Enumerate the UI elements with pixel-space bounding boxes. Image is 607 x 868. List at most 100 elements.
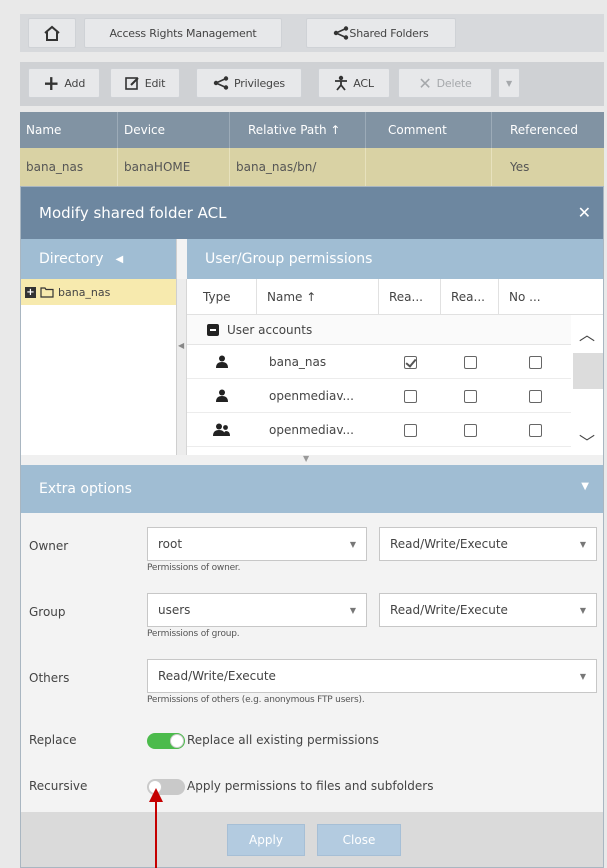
privileges-button[interactable]: Privileges xyxy=(196,68,302,98)
home-button[interactable] xyxy=(28,18,76,48)
acl-dialog: Modify shared folder ACL ✕ Directory ◀ +… xyxy=(20,186,604,868)
column-header[interactable]: No ... xyxy=(499,279,571,315)
dropdown-arrow-icon: ▼ xyxy=(349,540,356,549)
directory-panel: Directory ◀ + bana_nas xyxy=(21,239,177,455)
column-header[interactable]: Rea... xyxy=(379,279,441,315)
tree-item-bana-nas[interactable]: + bana_nas xyxy=(21,279,176,305)
column-header[interactable]: Name xyxy=(20,112,118,148)
close-icon[interactable]: ✕ xyxy=(578,203,591,222)
table-row[interactable]: openmediav... xyxy=(187,413,603,447)
scroll-up-icon[interactable]: ︿ xyxy=(579,321,595,345)
home-icon xyxy=(44,25,60,41)
column-header[interactable]: Referenced xyxy=(492,112,604,148)
user-name: bana_nas xyxy=(269,355,327,369)
more-dropdown[interactable]: ▼ xyxy=(498,68,520,98)
replace-toggle-label: Replace all existing permissions xyxy=(187,733,379,747)
breadcrumb-shared-folders[interactable]: Shared Folders xyxy=(306,18,456,48)
cell-name: bana_nas xyxy=(20,148,118,186)
others-label: Others xyxy=(29,671,70,685)
others-hint: Permissions of others (e.g. anonymous FT… xyxy=(147,695,365,705)
owner-user-select[interactable]: root ▼ xyxy=(147,527,367,561)
read-write-checkbox[interactable] xyxy=(403,355,417,369)
dialog-footer: Apply Close xyxy=(21,812,603,867)
table-row[interactable]: bana_nas banaHOME bana_nas/bn/ Yes xyxy=(20,148,604,186)
cell-referenced: Yes xyxy=(510,160,530,174)
plus-icon: + xyxy=(42,71,60,95)
collapse-arrow-icon[interactable]: ◀ xyxy=(178,341,184,350)
expand-plus-icon[interactable]: + xyxy=(25,286,36,298)
dialog-header: Modify shared folder ACL ✕ xyxy=(21,187,603,239)
no-access-checkbox[interactable] xyxy=(528,389,542,403)
column-header[interactable]: Relative Path ↑ xyxy=(230,112,366,148)
caret-down-icon: ▼ xyxy=(506,78,512,88)
read-only-checkbox[interactable] xyxy=(463,423,477,437)
directory-header[interactable]: Directory ◀ xyxy=(21,239,176,279)
extra-options-header[interactable]: Extra options ▼ xyxy=(21,465,603,513)
no-access-checkbox[interactable] xyxy=(528,355,542,369)
toolbar: + Add Edit Privileges ACL ✕ Delete ▼ xyxy=(20,62,604,106)
permissions-column-headers: Type Name ↑ Rea... Rea... No ... xyxy=(187,279,603,315)
others-permission-select[interactable]: Read/Write/Execute ▼ xyxy=(147,659,597,693)
table-row[interactable]: openmediav... xyxy=(187,379,603,413)
column-header[interactable]: Name ↑ xyxy=(257,279,379,315)
cell-path: bana_nas/bn/ xyxy=(230,148,366,186)
table-row[interactable]: bana_nas xyxy=(187,345,603,379)
cell-device: banaHOME xyxy=(118,148,230,186)
apply-button[interactable]: Apply xyxy=(227,824,305,856)
group-row-user-accounts[interactable]: User accounts xyxy=(187,315,603,345)
column-header[interactable]: Comment xyxy=(366,112,492,148)
add-button[interactable]: + Add xyxy=(28,68,100,98)
group-hint: Permissions of group. xyxy=(147,629,240,639)
owner-label: Owner xyxy=(29,539,69,553)
horizontal-splitter[interactable]: ▼ xyxy=(21,454,603,465)
user-icon xyxy=(216,389,228,402)
collapse-minus-icon[interactable] xyxy=(207,323,219,336)
replace-toggle[interactable] xyxy=(147,733,185,749)
dialog-title: Modify shared folder ACL xyxy=(39,204,227,222)
column-header[interactable]: Device xyxy=(118,112,230,148)
user-icon xyxy=(216,355,228,368)
recursive-label: Recursive xyxy=(29,779,88,793)
dropdown-arrow-icon: ▼ xyxy=(579,540,586,549)
scroll-thumb[interactable] xyxy=(573,353,603,389)
group-permission-select[interactable]: Read/Write/Execute ▼ xyxy=(379,593,597,627)
user-name: openmediav... xyxy=(269,389,354,403)
close-button[interactable]: Close xyxy=(317,824,401,856)
breadcrumb: Access Rights Management Shared Folders xyxy=(20,14,604,52)
owner-permission-select[interactable]: Read/Write/Execute ▼ xyxy=(379,527,597,561)
column-header[interactable]: Rea... xyxy=(441,279,499,315)
read-write-checkbox[interactable] xyxy=(403,423,417,437)
delete-button[interactable]: ✕ Delete xyxy=(398,68,492,98)
group-user-select[interactable]: users ▼ xyxy=(147,593,367,627)
group-label: Group xyxy=(29,605,66,619)
column-header[interactable]: Type xyxy=(187,279,257,315)
folder-icon xyxy=(40,286,54,298)
dropdown-arrow-icon: ▼ xyxy=(579,606,586,615)
dropdown-arrow-icon: ▼ xyxy=(349,606,356,615)
scroll-down-icon[interactable]: ﹀ xyxy=(579,429,595,453)
recursive-toggle-label: Apply permissions to files and subfolder… xyxy=(187,779,434,793)
read-write-checkbox[interactable] xyxy=(403,389,417,403)
acl-button[interactable]: ACL xyxy=(318,68,390,98)
cell-comment xyxy=(366,148,492,186)
breadcrumb-access-rights[interactable]: Access Rights Management xyxy=(84,18,282,48)
share-icon xyxy=(334,26,349,40)
replace-label: Replace xyxy=(29,733,77,747)
panel-splitter[interactable]: ◀ xyxy=(177,279,187,455)
dropdown-arrow-icon: ▼ xyxy=(579,672,586,681)
share-icon xyxy=(213,76,229,90)
collapse-left-icon[interactable]: ◀ xyxy=(116,254,124,265)
users-group-icon xyxy=(213,423,230,436)
no-access-checkbox[interactable] xyxy=(528,423,542,437)
edit-icon xyxy=(124,76,139,90)
collapse-down-icon[interactable]: ▼ xyxy=(303,454,309,463)
caret-down-icon[interactable]: ▼ xyxy=(581,481,589,492)
table-header: Name Device Relative Path ↑ Comment Refe… xyxy=(20,112,604,148)
read-only-checkbox[interactable] xyxy=(463,355,477,369)
delete-icon: ✕ xyxy=(418,73,432,93)
read-only-checkbox[interactable] xyxy=(463,389,477,403)
edit-button[interactable]: Edit xyxy=(110,68,180,98)
permissions-panel: User/Group permissions Type Name ↑ Rea..… xyxy=(187,239,603,455)
user-name: openmediav... xyxy=(269,423,354,437)
vertical-scrollbar[interactable]: ︿ ﹀ xyxy=(571,315,603,455)
